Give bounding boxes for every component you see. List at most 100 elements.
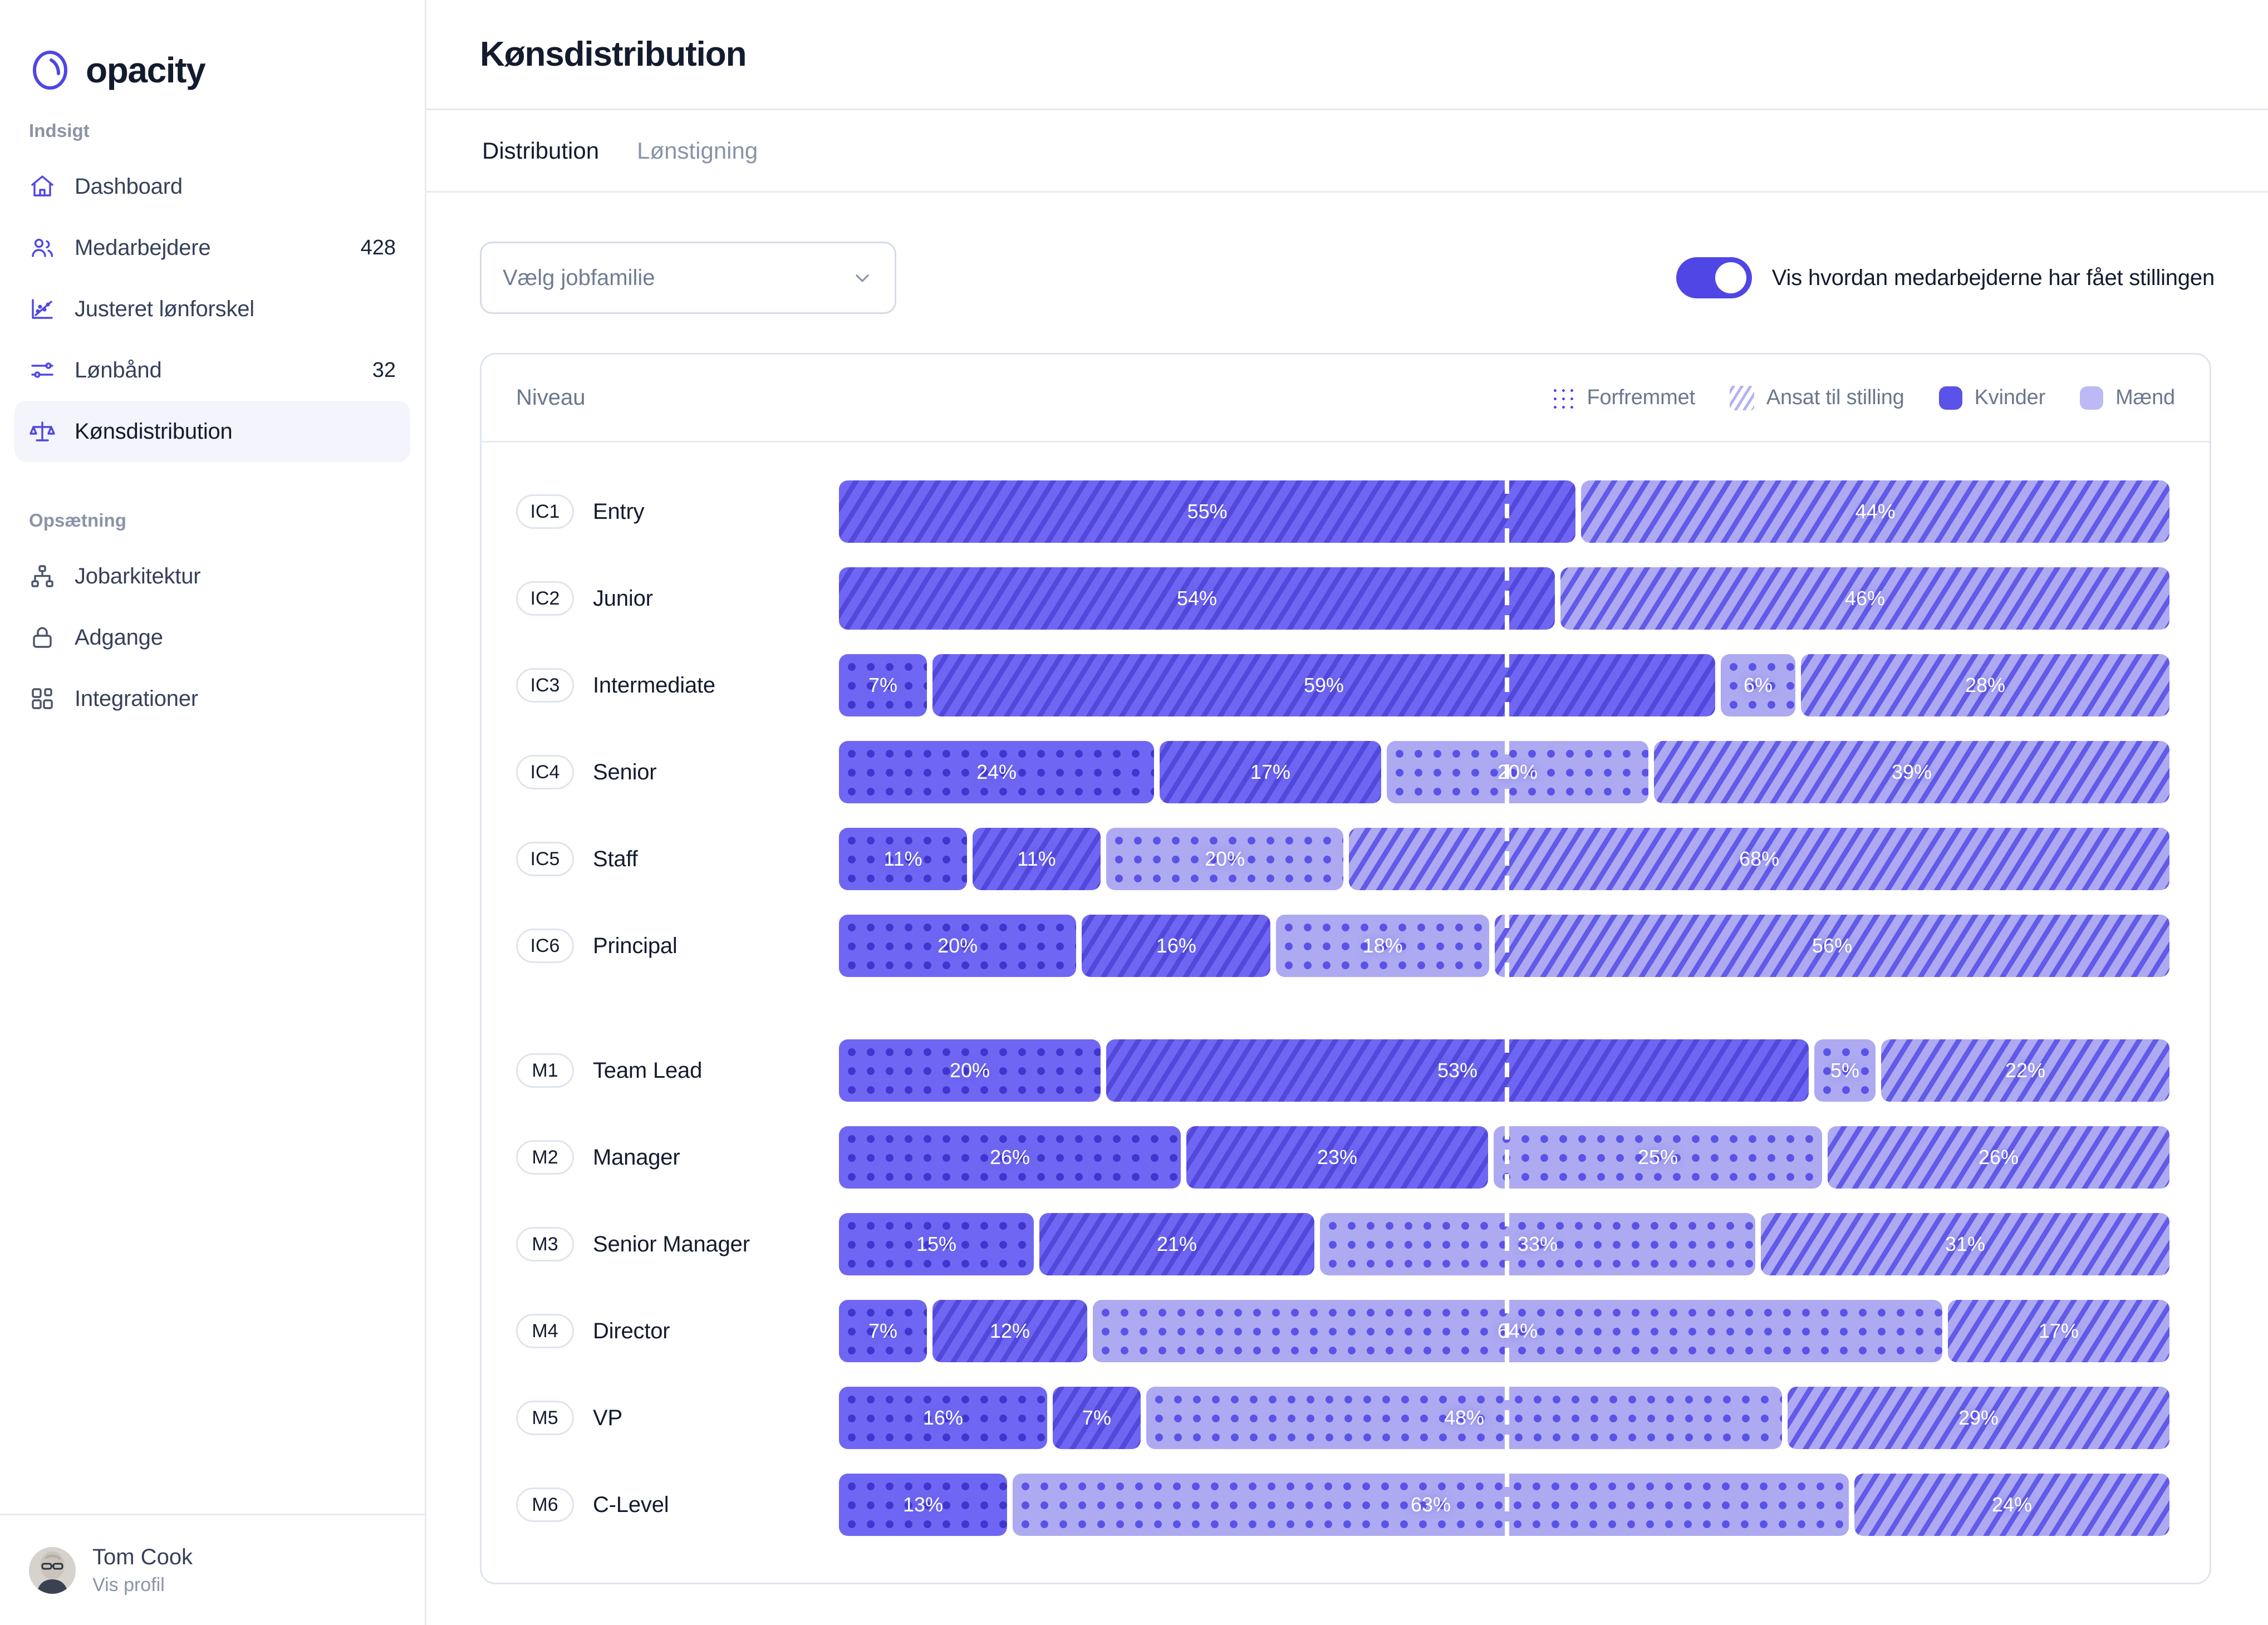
user-name: Tom Cook — [92, 1545, 193, 1570]
sidebar-item-justeret-lonforskel[interactable]: Justeret lønforskel — [14, 278, 410, 340]
chart-row: IC4Senior24%17%20%39% — [516, 729, 2175, 816]
sidebar-item-integrationer[interactable]: Integrationer — [14, 668, 410, 729]
segment-value: 31% — [1945, 1233, 1985, 1256]
segment-value: 16% — [1156, 934, 1196, 958]
level-name: VP — [593, 1406, 622, 1431]
bar-segment[interactable]: 63% — [1013, 1474, 1849, 1536]
brand[interactable]: opacity — [0, 0, 425, 111]
bar-segment[interactable]: 7% — [1053, 1387, 1141, 1449]
bar-segment[interactable]: 20% — [839, 1039, 1101, 1102]
sidebar: opacity Indsigt Dashboard — [0, 0, 426, 1625]
bar-segment[interactable]: 54% — [839, 567, 1555, 630]
segment-value: 20% — [937, 934, 978, 958]
bar-segment[interactable]: 44% — [1581, 480, 2169, 543]
promotion-toggle-label: Vis hvordan medarbejderne har fået still… — [1772, 266, 2215, 291]
level-name: Senior Manager — [593, 1232, 750, 1257]
bar-segment[interactable]: 28% — [1801, 654, 2169, 716]
bar-segment[interactable]: 20% — [1387, 741, 1648, 803]
legend-item-ansat-til-stilling[interactable]: Ansat til stilling — [1730, 386, 1904, 410]
row-label: IC3Intermediate — [516, 668, 839, 703]
level-code-chip: M3 — [516, 1227, 574, 1261]
bar-segment[interactable]: 21% — [1039, 1213, 1314, 1275]
sidebar-item-label: Integrationer — [75, 686, 198, 711]
bar-segment[interactable]: 25% — [1494, 1126, 1822, 1189]
level-name: Senior — [593, 760, 656, 785]
bar-segment[interactable]: 11% — [973, 828, 1101, 890]
sidebar-item-dashboard[interactable]: Dashboard — [14, 156, 410, 217]
view-profile-link[interactable]: Vis profil — [92, 1574, 193, 1596]
segment-value: 17% — [2039, 1319, 2079, 1343]
bar-segment[interactable]: 55% — [839, 480, 1575, 543]
app-root: opacity Indsigt Dashboard — [0, 0, 2268, 1625]
segment-value: 21% — [1157, 1233, 1197, 1256]
sidebar-item-jobarkitektur[interactable]: Jobarkitektur — [14, 546, 410, 607]
tab-distribution[interactable]: Distribution — [480, 138, 601, 164]
bar-segment[interactable]: 26% — [839, 1126, 1181, 1189]
segment-value: 24% — [1992, 1493, 2032, 1516]
bar-segment[interactable]: 64% — [1093, 1300, 1942, 1362]
bar-segment[interactable]: 18% — [1276, 915, 1489, 977]
chart-row: M6C-Level13%63%24% — [516, 1461, 2175, 1548]
bar-segment[interactable]: 23% — [1186, 1126, 1488, 1189]
legend-item-maend[interactable]: Mænd — [2080, 386, 2175, 410]
bar-segment[interactable]: 16% — [1082, 915, 1270, 977]
segment-value: 7% — [868, 1319, 897, 1343]
bar-segment[interactable]: 12% — [932, 1300, 1087, 1362]
stacked-bar: 54% 46% — [839, 567, 2175, 630]
bar-segment[interactable]: 48% — [1146, 1387, 1782, 1449]
distribution-chart-card: Niveau Forfremmet Ansat til stilling — [480, 353, 2211, 1584]
bar-segment[interactable]: 59% — [932, 654, 1715, 716]
bar-segment[interactable]: 31% — [1761, 1213, 2169, 1275]
bar-segment[interactable]: 17% — [1948, 1300, 2169, 1362]
bar-segment[interactable]: 7% — [839, 654, 927, 716]
bar-segment[interactable]: 15% — [839, 1213, 1034, 1275]
chart-row: M2Manager26%23%25%26% — [516, 1114, 2175, 1201]
sidebar-item-konsdistribution[interactable]: Kønsdistribution — [14, 401, 410, 462]
bar-segment[interactable]: 22% — [1881, 1039, 2169, 1102]
segment-value: 54% — [1177, 587, 1217, 610]
sidebar-item-adgange[interactable]: Adgange — [14, 607, 410, 668]
bar-segment[interactable]: 33% — [1320, 1213, 1755, 1275]
stripes-pattern-swatch-icon — [1730, 386, 1754, 410]
bar-segment[interactable]: 56% — [1495, 915, 2169, 977]
bar-segment[interactable]: 26% — [1828, 1126, 2169, 1189]
bar-segment[interactable]: 17% — [1160, 741, 1381, 803]
bar-segment[interactable]: 39% — [1654, 741, 2169, 803]
segment-value: 48% — [1444, 1406, 1484, 1430]
bar-segment[interactable]: 24% — [839, 741, 1154, 803]
bar-segment[interactable]: 68% — [1349, 828, 2169, 890]
bar-segment[interactable]: 6% — [1721, 654, 1795, 716]
segment-value: 53% — [1437, 1059, 1477, 1082]
segment-value: 20% — [1205, 847, 1245, 871]
main-content: Kønsdistribution Distribution Lønstignin… — [426, 0, 2268, 1625]
segment-value: 15% — [916, 1233, 956, 1256]
bar-segment[interactable]: 20% — [1106, 828, 1343, 890]
sidebar-item-medarbejdere[interactable]: Medarbejdere 428 — [14, 217, 410, 278]
bar-segment[interactable]: 11% — [839, 828, 967, 890]
bar-segment[interactable]: 16% — [839, 1387, 1047, 1449]
level-name: C-Level — [593, 1493, 669, 1518]
legend-item-forfremmet[interactable]: Forfremmet — [1550, 386, 1695, 410]
bar-segment[interactable]: 20% — [839, 915, 1076, 977]
sidebar-item-label: Jobarkitektur — [75, 564, 200, 589]
bar-segment[interactable]: 29% — [1788, 1387, 2169, 1449]
stacked-bar: 20% 53% 5% 22% — [839, 1039, 2175, 1102]
tab-lonstigning[interactable]: Lønstigning — [635, 138, 760, 164]
legend-label: Ansat til stilling — [1766, 386, 1904, 410]
segment-value: 29% — [1958, 1406, 1999, 1430]
promotion-toggle[interactable] — [1676, 257, 1752, 298]
segment-value: 11% — [1017, 847, 1056, 871]
segment-value: 5% — [1830, 1059, 1859, 1082]
bar-segment[interactable]: 46% — [1560, 567, 2169, 630]
bar-segment[interactable]: 24% — [1854, 1474, 2169, 1536]
bar-segment[interactable]: 53% — [1106, 1039, 1809, 1102]
level-code-chip: IC3 — [516, 668, 574, 703]
segment-value: 20% — [1498, 760, 1538, 784]
bar-segment[interactable]: 13% — [839, 1474, 1007, 1536]
sidebar-item-lonband[interactable]: Lønbånd 32 — [14, 340, 410, 401]
job-family-select[interactable]: Vælg jobfamilie — [480, 242, 896, 314]
bar-segment[interactable]: 7% — [839, 1300, 927, 1362]
legend-item-kvinder[interactable]: Kvinder — [1939, 386, 2045, 410]
bar-segment[interactable]: 5% — [1814, 1039, 1876, 1102]
user-profile[interactable]: Tom Cook Vis profil — [0, 1514, 425, 1625]
